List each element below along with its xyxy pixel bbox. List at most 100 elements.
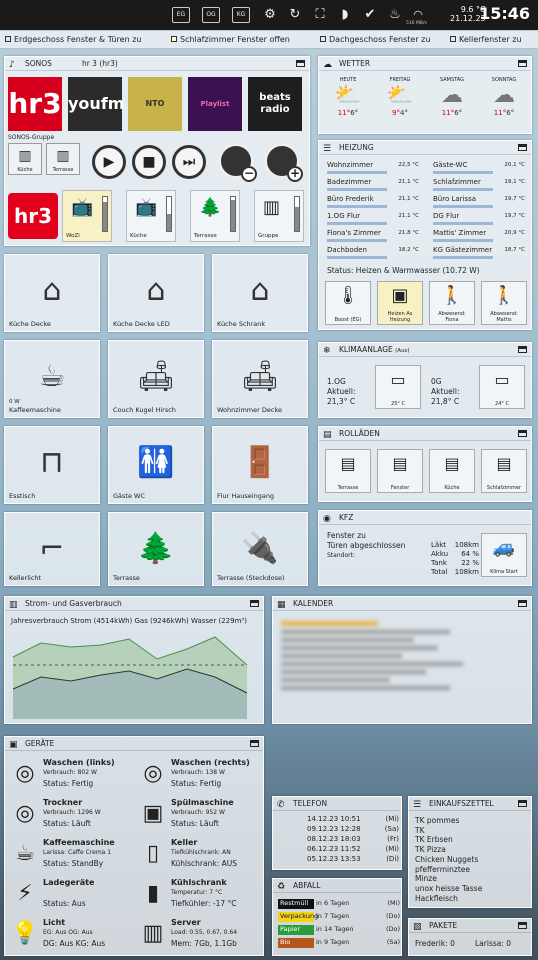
shopping-item[interactable]: Minze <box>415 874 437 884</box>
tile-kellerlicht[interactable]: ⌐ Kellerlicht <box>4 512 100 586</box>
refresh-icon[interactable]: ↻ <box>287 7 303 23</box>
heizen-button[interactable]: ▣ Heizen As Heizung <box>377 281 423 325</box>
device-dishwasher[interactable]: ▣ Spülmaschine Verbrauch: 952 W Status: Läu… <box>137 795 265 833</box>
boost-eg-button[interactable]: 🌡 Boost (EG) <box>325 281 371 325</box>
next-button[interactable]: ⏭ <box>172 145 206 179</box>
zone-gruppe[interactable]: ▥ Gruppe <box>254 190 304 242</box>
tile-gaeste-wc[interactable]: 🚻 Gäste WC <box>108 426 204 504</box>
tile-kueche-decke[interactable]: ⌂ Küche Decke <box>4 254 100 332</box>
station-playlist[interactable]: Playlist <box>188 77 242 131</box>
status-eg[interactable]: Erdgeschoss Fenster & Türen zu <box>5 35 141 44</box>
call-entry[interactable]: 06.12.23 11:52 (Mi) <box>277 845 399 854</box>
status-keller[interactable]: Kellerfenster zu <box>450 35 522 44</box>
volume-up-knob[interactable]: + <box>264 143 303 182</box>
floor-og-button[interactable]: OG <box>202 7 220 23</box>
klima-start-button[interactable]: 🚙 Klima Start <box>481 533 527 577</box>
device-coffee-machine[interactable]: ☕ Kaffeemaschine Larissa: Caffe Crema 1 Sta… <box>9 835 137 873</box>
play-button[interactable]: ▶ <box>92 145 126 179</box>
heating-room[interactable]: KG Gästezimmer 18,7 °C <box>433 246 525 259</box>
group-terrasse-button[interactable]: ▥ Terrasse <box>46 143 80 175</box>
maximize-icon[interactable] <box>518 800 527 807</box>
tile-esstisch[interactable]: ⊓ Esstisch <box>4 426 100 504</box>
heating-room[interactable]: Gäste-WC 20,1 °C <box>433 161 525 174</box>
tile-kueche-decke-led[interactable]: ⌂ Küche Decke LED <box>108 254 204 332</box>
stop-button[interactable]: ■ <box>132 145 166 179</box>
status-schlafzimmer[interactable]: Schlafzimmer Fenster offen <box>171 35 290 44</box>
zone-terrasse-volume[interactable] <box>230 196 236 232</box>
station-hr3[interactable]: hr3 <box>8 77 62 131</box>
heating-room[interactable]: Dachboden 18,2 °C <box>327 246 419 259</box>
call-entry[interactable]: 05.12.23 13:53 (Di) <box>277 855 399 864</box>
heating-room[interactable]: Büro Frederik 21,1 °C <box>327 195 419 208</box>
station-beats-radio[interactable]: beats radio <box>248 77 302 131</box>
station-nto[interactable]: NTO <box>128 77 182 131</box>
heating-room[interactable]: DG Flur 19,7 °C <box>433 212 525 225</box>
heating-room[interactable]: Schlafzimmer 19,1 °C <box>433 178 525 191</box>
maximize-icon[interactable] <box>518 600 527 607</box>
station-youfm[interactable]: youfm <box>68 77 124 131</box>
heating-room[interactable]: Wohnzimmer 22,5 °C <box>327 161 419 174</box>
klima-1og-button[interactable]: ▭ 25° C <box>375 365 421 409</box>
maximize-icon[interactable] <box>518 346 527 353</box>
maximize-icon[interactable] <box>518 144 527 151</box>
shutter-terrasse-button[interactable]: ▤ Terrasse <box>325 449 371 493</box>
heating-room[interactable]: Fiona's Zimmer 21,8 °C <box>327 229 419 242</box>
shopping-item[interactable]: unox heisse Tasse <box>415 884 482 894</box>
status-dg[interactable]: Dachgeschoss Fenster zu <box>320 35 430 44</box>
shopping-item[interactable]: TK pommes <box>415 816 459 826</box>
call-entry[interactable]: 14.12.23 10:51 (Mi) <box>277 815 399 824</box>
tile-kueche-schrank[interactable]: ⌂ Küche Schrank <box>212 254 308 332</box>
zone-kueche[interactable]: 📺 Küche <box>126 190 176 242</box>
heating-room[interactable]: 1.OG Flur 21,1 °C <box>327 212 419 225</box>
shopping-item[interactable]: TK Pizza <box>415 845 446 855</box>
shopping-item[interactable]: Chicken Nuggets <box>415 855 478 865</box>
device-charger[interactable]: ⚡ Ladegeräte Status: Aus <box>9 875 137 913</box>
fullscreen-icon[interactable]: ⛶ <box>312 7 328 23</box>
device-fridge[interactable]: ▮ Kühlschrank Temperatur: 7 °C Tiefkühler: … <box>137 875 265 913</box>
maximize-icon[interactable] <box>518 60 527 67</box>
shopping-item[interactable]: TK <box>415 826 425 836</box>
zone-wozi[interactable]: 📺 WoZi <box>62 190 112 242</box>
maximize-icon[interactable] <box>518 430 527 437</box>
heating-room[interactable]: Büro Larissa 19,7 °C <box>433 195 525 208</box>
maximize-icon[interactable] <box>250 740 259 747</box>
klima-0g-button[interactable]: ▭ 24° C <box>479 365 525 409</box>
check-icon[interactable]: ✔ <box>362 7 378 23</box>
floor-kg-button[interactable]: KG <box>232 7 250 23</box>
maximize-icon[interactable] <box>518 922 527 929</box>
shopping-item[interactable]: pfefferminztee <box>415 865 470 875</box>
away-fiona-button[interactable]: 🚶 Abwesend: Fiona <box>429 281 475 325</box>
group-kueche-button[interactable]: ▥ Küche <box>8 143 42 175</box>
device-server[interactable]: ▥ Server Load: 0.55, 0.67, 0.64 Mem: 7Gb, 1… <box>137 915 265 953</box>
shutter-kueche-button[interactable]: ▤ Küche <box>429 449 475 493</box>
shopping-item[interactable]: TK Erbsen <box>415 835 453 845</box>
zone-kueche-volume[interactable] <box>166 196 172 232</box>
device-washer[interactable]: ◎ Waschen (rechts) Verbrauch: 138 W Status:… <box>137 755 265 793</box>
device-washer[interactable]: ◎ Waschen (links) Verbrauch: 802 W Status: … <box>9 755 137 793</box>
tile-couch-kugel[interactable]: 🛋 Couch Kugel Hirsch <box>108 340 204 418</box>
shopping-item[interactable]: Hackfleisch <box>415 894 458 904</box>
device-bulb[interactable]: 💡 Licht EG: Aus OG: Aus DG: Aus KG: Aus <box>9 915 137 953</box>
call-entry[interactable]: 09.12.23 12:28 (Sa) <box>277 825 399 834</box>
zone-gruppe-volume[interactable] <box>294 196 300 232</box>
volume-down-knob[interactable]: − <box>218 143 257 182</box>
maximize-icon[interactable] <box>296 60 305 67</box>
heating-room[interactable]: Mattis' Zimmer 20,9 °C <box>433 229 525 242</box>
tile-kaffeemaschine[interactable]: ☕ 0 W Kaffeemaschine <box>4 340 100 418</box>
gear-icon[interactable]: ⚙ <box>262 7 278 23</box>
tile-terrasse-steckdose[interactable]: 🔌 Terrasse (Steckdose) <box>212 512 308 586</box>
call-entry[interactable]: 08.12.23 18:03 (Fr) <box>277 835 399 844</box>
shutter-schlafzimmer-button[interactable]: ▤ Schlafzimmer <box>481 449 527 493</box>
heating-room[interactable]: Badezimmer 21,1 °C <box>327 178 419 191</box>
tile-flur-hauseingang[interactable]: 🚪 Flur Hauseingang <box>212 426 308 504</box>
zone-wozi-volume[interactable] <box>102 196 108 232</box>
maximize-icon[interactable] <box>250 600 259 607</box>
device-freezer[interactable]: ▯ Keller Tiefkühlschrank: AN Kühlschrank: A… <box>137 835 265 873</box>
zone-terrasse[interactable]: 🌲 Terrasse <box>190 190 240 242</box>
cast-icon[interactable]: ◗ <box>337 7 353 23</box>
tile-terrasse[interactable]: 🌲 Terrasse <box>108 512 204 586</box>
shutter-fenster-button[interactable]: ▤ Fenster <box>377 449 423 493</box>
away-mattis-button[interactable]: 🚶 Abwesend: Mattis <box>481 281 527 325</box>
floor-eg-button[interactable]: EG <box>172 7 190 23</box>
device-dryer[interactable]: ◎ Trockner Verbrauch: 1296 W Status: Läuft <box>9 795 137 833</box>
